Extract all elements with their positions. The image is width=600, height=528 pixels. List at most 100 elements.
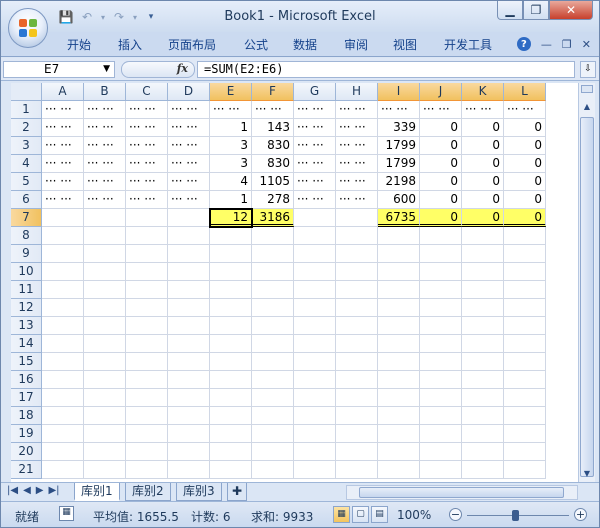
restore-icon[interactable]: ❐	[562, 38, 572, 51]
cell-f1[interactable]: ··· ···	[252, 101, 294, 119]
cell-k16[interactable]	[462, 371, 504, 389]
close-icon[interactable]: ✕	[582, 38, 591, 51]
cell-b14[interactable]	[84, 335, 126, 353]
cell-j1[interactable]: ··· ···	[420, 101, 462, 119]
cell-e9[interactable]	[210, 245, 252, 263]
cell-e2[interactable]: 1	[210, 119, 252, 137]
cell-h11[interactable]	[336, 281, 378, 299]
tab-insert[interactable]: 插入	[118, 36, 142, 53]
cell-g18[interactable]	[294, 407, 336, 425]
first-sheet-icon[interactable]: |◀	[7, 485, 18, 496]
row-header-1[interactable]: 1	[11, 101, 42, 119]
cell-l9[interactable]	[504, 245, 546, 263]
insert-sheet-button[interactable]: ✚	[227, 483, 248, 501]
cell-g20[interactable]	[294, 443, 336, 461]
cell-f12[interactable]	[252, 299, 294, 317]
cell-e11[interactable]	[210, 281, 252, 299]
cell-l10[interactable]	[504, 263, 546, 281]
cell-i21[interactable]	[378, 461, 420, 479]
tab-review[interactable]: 审阅	[344, 36, 368, 53]
cell-h20[interactable]	[336, 443, 378, 461]
cell-e3[interactable]: 3	[210, 137, 252, 155]
cell-c7[interactable]	[126, 209, 168, 227]
row-header-18[interactable]: 18	[11, 407, 42, 425]
cell-h21[interactable]	[336, 461, 378, 479]
cell-e8[interactable]	[210, 227, 252, 245]
cell-c11[interactable]	[126, 281, 168, 299]
cell-j15[interactable]	[420, 353, 462, 371]
cell-d3[interactable]: ··· ···	[168, 137, 210, 155]
row-header-11[interactable]: 11	[11, 281, 42, 299]
cell-l15[interactable]	[504, 353, 546, 371]
cell-b7[interactable]	[84, 209, 126, 227]
cell-a9[interactable]	[42, 245, 84, 263]
cell-e15[interactable]	[210, 353, 252, 371]
cell-d6[interactable]: ··· ···	[168, 191, 210, 209]
select-all-corner[interactable]	[11, 83, 42, 101]
cell-b5[interactable]: ··· ···	[84, 173, 126, 191]
row-header-8[interactable]: 8	[11, 227, 42, 245]
cell-b12[interactable]	[84, 299, 126, 317]
cell-d20[interactable]	[168, 443, 210, 461]
cell-a21[interactable]	[42, 461, 84, 479]
column-header-a[interactable]: A	[42, 83, 84, 101]
cell-l21[interactable]	[504, 461, 546, 479]
cell-j3[interactable]: 0	[420, 137, 462, 155]
cell-a13[interactable]	[42, 317, 84, 335]
cell-i13[interactable]	[378, 317, 420, 335]
cell-h2[interactable]: ··· ···	[336, 119, 378, 137]
cell-a12[interactable]	[42, 299, 84, 317]
normal-view-icon[interactable]: ▦	[333, 506, 350, 523]
row-header-17[interactable]: 17	[11, 389, 42, 407]
cell-i10[interactable]	[378, 263, 420, 281]
cell-a1[interactable]: ··· ···	[42, 101, 84, 119]
cell-j14[interactable]	[420, 335, 462, 353]
cell-c18[interactable]	[126, 407, 168, 425]
cell-h16[interactable]	[336, 371, 378, 389]
cell-l3[interactable]: 0	[504, 137, 546, 155]
cell-l16[interactable]	[504, 371, 546, 389]
scroll-down-icon[interactable]: ▼	[580, 466, 594, 481]
cell-j6[interactable]: 0	[420, 191, 462, 209]
cell-f13[interactable]	[252, 317, 294, 335]
cell-k19[interactable]	[462, 425, 504, 443]
row-header-15[interactable]: 15	[11, 353, 42, 371]
cell-i1[interactable]: ··· ···	[378, 101, 420, 119]
cell-h18[interactable]	[336, 407, 378, 425]
cell-g8[interactable]	[294, 227, 336, 245]
tab-data[interactable]: 数据	[293, 36, 317, 53]
cell-h5[interactable]: ··· ···	[336, 173, 378, 191]
cell-a16[interactable]	[42, 371, 84, 389]
restore-button[interactable]: ❐	[523, 1, 549, 20]
cell-k11[interactable]	[462, 281, 504, 299]
cell-e16[interactable]	[210, 371, 252, 389]
cell-k2[interactable]: 0	[462, 119, 504, 137]
cell-i9[interactable]	[378, 245, 420, 263]
last-sheet-icon[interactable]: ▶|	[48, 485, 59, 496]
row-header-3[interactable]: 3	[11, 137, 42, 155]
cell-f18[interactable]	[252, 407, 294, 425]
cell-k13[interactable]	[462, 317, 504, 335]
cell-a2[interactable]: ··· ···	[42, 119, 84, 137]
cell-l19[interactable]	[504, 425, 546, 443]
row-header-21[interactable]: 21	[11, 461, 42, 479]
cell-e13[interactable]	[210, 317, 252, 335]
column-header-e[interactable]: E	[210, 83, 252, 101]
close-button[interactable]: ✕	[549, 1, 593, 20]
cell-g6[interactable]: ··· ···	[294, 191, 336, 209]
cell-g21[interactable]	[294, 461, 336, 479]
zoom-out-icon[interactable]: −	[449, 508, 462, 521]
cell-c3[interactable]: ··· ···	[126, 137, 168, 155]
cell-l4[interactable]: 0	[504, 155, 546, 173]
cell-f5[interactable]: 1105	[252, 173, 294, 191]
cell-c5[interactable]: ··· ···	[126, 173, 168, 191]
cell-k7[interactable]: 0	[462, 209, 504, 227]
cell-i4[interactable]: 1799	[378, 155, 420, 173]
zoom-level[interactable]: 100%	[397, 508, 431, 522]
cell-f4[interactable]: 830	[252, 155, 294, 173]
cell-e1[interactable]: ··· ···	[210, 101, 252, 119]
tab-page-layout[interactable]: 页面布局	[168, 36, 216, 53]
row-header-13[interactable]: 13	[11, 317, 42, 335]
cell-d5[interactable]: ··· ···	[168, 173, 210, 191]
cell-f19[interactable]	[252, 425, 294, 443]
